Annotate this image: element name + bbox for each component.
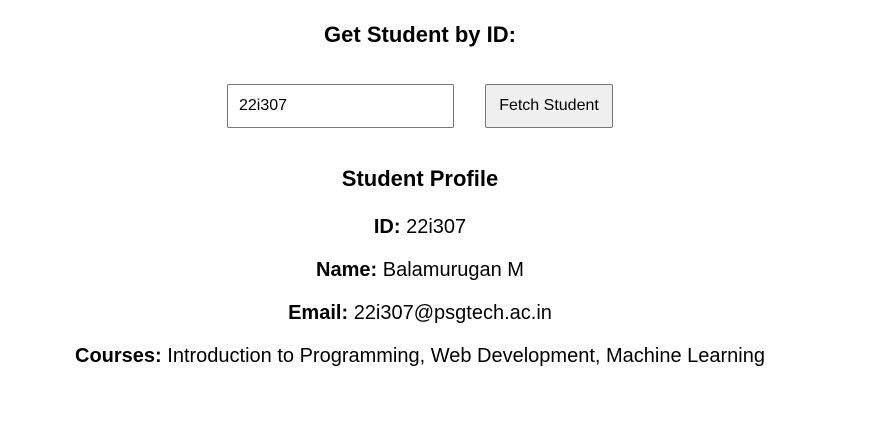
id-label: ID: xyxy=(373,216,401,238)
profile-email-row: Email: 22i307@psgtech.ac.in xyxy=(0,300,840,326)
courses-value: Introduction to Programming, Web Develop… xyxy=(167,345,765,367)
page: Get Student by ID: Fetch Student Student… xyxy=(0,0,883,429)
courses-label: Courses: xyxy=(75,345,162,367)
email-value: 22i307@psgtech.ac.in xyxy=(353,302,552,324)
profile-id-row: ID: 22i307 xyxy=(0,214,840,240)
fetch-student-button[interactable]: Fetch Student xyxy=(485,84,613,128)
get-student-heading: Get Student by ID: xyxy=(324,22,516,47)
student-profile-heading: Student Profile xyxy=(341,166,499,191)
profile-courses-row: Courses: Introduction to Programming, We… xyxy=(0,343,840,369)
id-value: 22i307 xyxy=(406,216,467,238)
profile-name-row: Name: Balamurugan M xyxy=(0,257,840,283)
email-label: Email: xyxy=(288,302,349,324)
name-label: Name: xyxy=(316,259,378,281)
student-id-input[interactable] xyxy=(227,84,454,128)
name-value: Balamurugan M xyxy=(382,259,524,281)
